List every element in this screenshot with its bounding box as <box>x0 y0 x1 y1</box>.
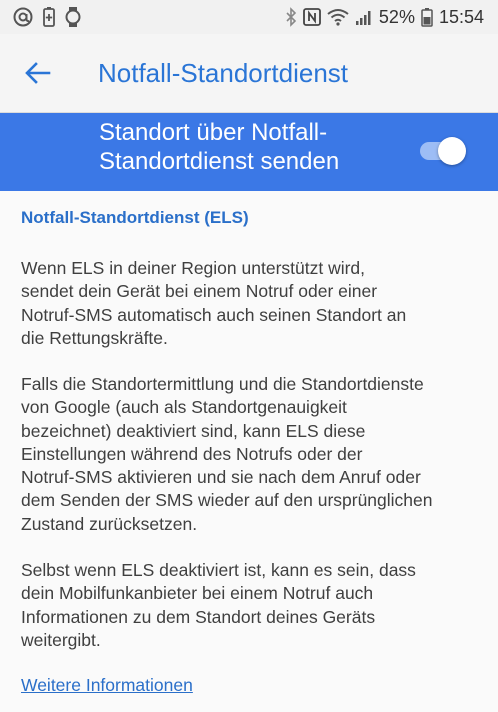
app-bar: Notfall-Standortdienst <box>0 34 498 113</box>
signal-icon <box>355 8 373 26</box>
clock: 15:54 <box>438 6 484 27</box>
more-info-link[interactable]: Weitere Informationen <box>21 675 193 696</box>
info-paragraph-1: Wenn ELS in deiner Region unterstützt wi… <box>21 258 407 348</box>
back-button[interactable] <box>18 53 58 93</box>
watch-icon <box>64 6 82 28</box>
els-info-panel: Notfall-Standortdienst (ELS) Wenn ELS in… <box>0 191 498 712</box>
back-arrow-icon <box>25 62 51 84</box>
battery-saver-icon <box>42 6 56 28</box>
status-bar: 52% 15:54 <box>0 0 498 34</box>
page-title: Notfall-Standortdienst <box>98 57 349 88</box>
els-toggle-row[interactable]: Standort über Notfall-Standortdienst sen… <box>0 113 498 191</box>
status-bar-left <box>12 6 82 28</box>
els-toggle-switch[interactable] <box>418 137 466 165</box>
info-paragraph-3: Selbst wenn ELS deaktiviert ist, kann es… <box>21 560 416 650</box>
battery-icon <box>421 7 433 27</box>
wifi-icon <box>327 8 349 26</box>
bluetooth-icon <box>285 7 297 27</box>
status-bar-right: 52% 15:54 <box>285 7 484 28</box>
info-paragraph-2: Falls die Standortermittlung und die Sta… <box>21 374 433 534</box>
nfc-icon <box>303 8 321 26</box>
els-toggle-label: Standort über Notfall-Standortdienst sen… <box>99 119 340 175</box>
switch-thumb <box>438 137 466 165</box>
at-icon <box>12 6 34 28</box>
panel-title: Notfall-Standortdienst (ELS) <box>21 208 249 227</box>
battery-percent: 52% <box>378 6 415 27</box>
